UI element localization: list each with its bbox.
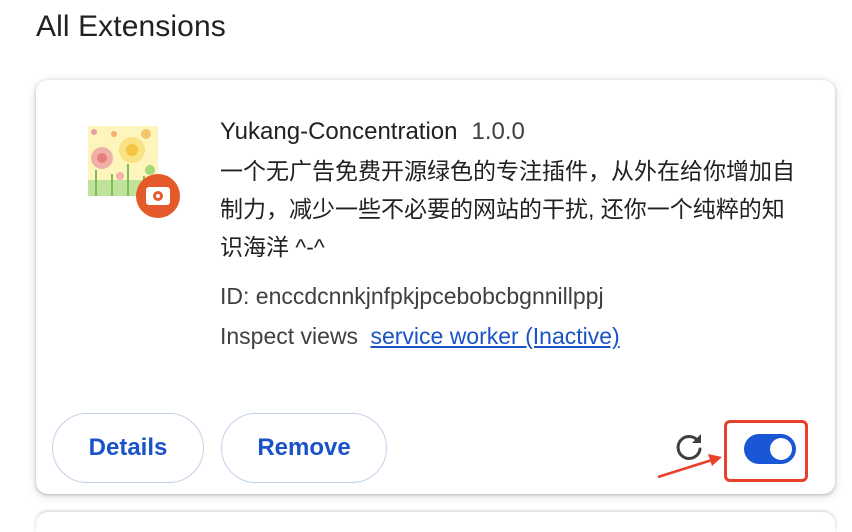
extension-name-row: Yukang-Concentration 1.0.0 (220, 116, 810, 148)
inspect-views-row: Inspect views service worker (Inactive) (220, 316, 810, 356)
inspect-views-label: Inspect views (220, 323, 359, 349)
service-worker-link[interactable]: service worker (Inactive) (370, 323, 619, 349)
enable-toggle[interactable] (744, 434, 796, 464)
extension-id: ID: enccdcnnkjnfpkjpcebobcbgnnillppj (220, 283, 604, 309)
section-title: All Extensions (36, 10, 226, 43)
details-button[interactable]: Details (52, 413, 204, 483)
next-extension-card (36, 512, 835, 532)
remove-button[interactable]: Remove (221, 413, 387, 483)
extension-version: 1.0.0 (471, 118, 525, 145)
toggle-knob (770, 438, 792, 460)
extension-icon (86, 124, 182, 220)
extension-description: 一个无广告免费开源绿色的专注插件，从外在给你增加自制力，减少一些不必要的网站的干… (220, 158, 795, 260)
extension-info: Yukang-Concentration 1.0.0 一个无广告免费开源绿色的专注… (220, 116, 810, 356)
extension-card: Yukang-Concentration 1.0.0 一个无广告免费开源绿色的专注… (36, 80, 835, 494)
extension-name: Yukang-Concentration (220, 118, 458, 145)
annotation-arrow-icon (657, 454, 722, 479)
